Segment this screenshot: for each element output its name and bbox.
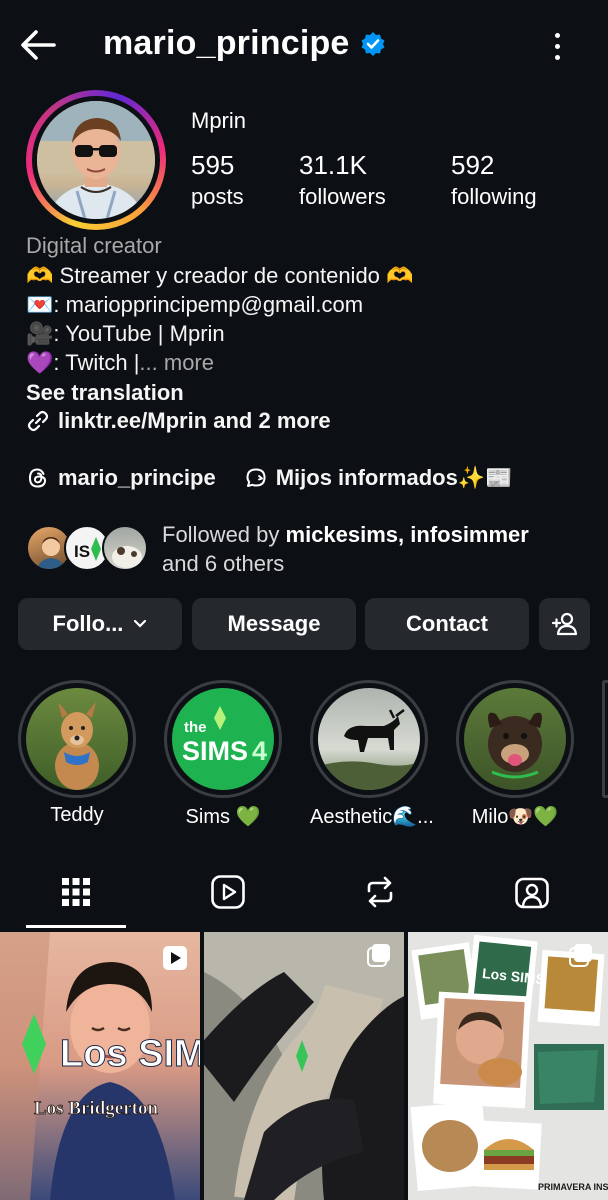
- highlight-cover: [26, 688, 128, 790]
- post-thumbnail[interactable]: Los SIMS PRIMAVERA INSPO: [408, 932, 608, 1200]
- add-person-icon: [551, 612, 577, 636]
- post-caption-text: PRIMAVERA INSPO: [538, 1182, 608, 1192]
- avatar: [102, 525, 148, 571]
- reel-icon: [163, 946, 187, 970]
- post-thumbnail[interactable]: Los SIMS4 Los Bridgerton: [0, 932, 200, 1200]
- post-thumbnail[interactable]: [204, 932, 404, 1200]
- svg-text:IS: IS: [74, 542, 90, 561]
- display-name: Mprin: [191, 108, 247, 133]
- chevron-down-icon: [134, 619, 147, 628]
- reposts-icon: [367, 876, 393, 908]
- tab-reels[interactable]: [178, 866, 278, 918]
- bio-line: 💜: Twitch |... more: [26, 348, 596, 377]
- highlight-label: Aesthetic🌊...: [310, 806, 434, 828]
- followed-by-suffix: and 6 others: [162, 551, 285, 576]
- bio-youtube-text: : YouTube | Mprin: [53, 321, 225, 346]
- highlight-cover: [318, 688, 420, 790]
- svg-text:4: 4: [252, 736, 267, 766]
- see-translation-link[interactable]: See translation: [26, 378, 596, 407]
- bio-line: 🎥: YouTube | Mprin: [26, 319, 596, 348]
- highlight-next-partial[interactable]: [602, 680, 608, 798]
- highlight-label: Teddy: [50, 804, 104, 826]
- active-tab-indicator: [26, 925, 126, 928]
- post-title-text: Los SIMS4: [60, 1033, 200, 1075]
- back-button[interactable]: [18, 24, 60, 66]
- kebab-menu-icon: [554, 32, 560, 38]
- highlight-cover: the SIMS 4: [172, 688, 274, 790]
- bio-twitch-text: : Twitch |: [53, 350, 140, 375]
- message-button[interactable]: Message: [192, 598, 356, 650]
- threads-icon: [28, 468, 47, 488]
- svg-text:the: the: [184, 719, 207, 736]
- posts-stat[interactable]: 595 posts: [191, 150, 244, 214]
- highlight-cover: [464, 688, 566, 790]
- bio-link[interactable]: linktr.ee/Mprin and 2 more: [26, 408, 331, 434]
- highlight-milo[interactable]: Milo🐶💚: [456, 680, 574, 829]
- tab-posts-grid[interactable]: [26, 866, 126, 918]
- highlight-sims[interactable]: the SIMS 4 Sims 💚: [164, 680, 282, 829]
- love-letter-emoji: 💌: [26, 292, 54, 317]
- bio-text: Streamer y creador de contenido: [53, 263, 387, 288]
- highlight-label: Sims 💚: [185, 806, 261, 828]
- heart-hands-emoji: 🫶: [26, 263, 54, 288]
- profile-avatar-story-ring[interactable]: [26, 90, 166, 230]
- following-count: 592: [451, 150, 495, 180]
- contact-button-label: Contact: [406, 611, 488, 636]
- followers-count: 31.1K: [299, 150, 367, 180]
- highlight-label: Milo🐶💚: [471, 806, 559, 828]
- grid-icon: [62, 878, 90, 906]
- bio-link-text: linktr.ee/Mprin and 2 more: [58, 408, 331, 433]
- arrow-left-icon: [21, 30, 56, 60]
- category-label: Digital creator: [26, 233, 162, 258]
- verified-badge-icon: [361, 31, 385, 56]
- mutual-followers-avatars[interactable]: IS: [26, 525, 150, 573]
- movie-camera-emoji: 🎥: [26, 321, 54, 346]
- reels-icon: [211, 875, 245, 909]
- follow-button-label: Follo...: [52, 611, 124, 636]
- more-options-button[interactable]: [540, 26, 574, 66]
- heart-hands-emoji: 🫶: [386, 263, 414, 288]
- broadcast-channel-icon: [246, 468, 266, 487]
- threads-and-channel-row: mario_principe Mijos informados✨📰: [26, 465, 513, 491]
- tagged-icon: [515, 877, 549, 909]
- following-label: following: [451, 184, 537, 209]
- bio-email-text: : mariopprincipemp@gmail.com: [53, 292, 364, 317]
- posts-label: posts: [191, 184, 244, 209]
- threads-handle-link[interactable]: mario_principe: [58, 465, 216, 491]
- highlight-teddy[interactable]: Teddy: [18, 680, 136, 827]
- message-button-label: Message: [227, 611, 321, 636]
- tab-tagged[interactable]: [482, 866, 582, 918]
- username-title: mario_principe: [103, 24, 350, 62]
- bio-line: 🫶 Streamer y creador de contenido 🫶: [26, 261, 596, 290]
- following-dropdown-button[interactable]: Follo...: [18, 598, 182, 650]
- posts-count: 595: [191, 150, 235, 180]
- tab-reposts[interactable]: [330, 866, 430, 918]
- suggested-people-button[interactable]: [539, 598, 590, 650]
- followed-by-prefix: Followed by: [162, 522, 286, 547]
- link-icon: [27, 410, 49, 432]
- svg-text:SIMS: SIMS: [182, 736, 248, 766]
- avatar: [37, 101, 155, 219]
- bio-line: 💌: mariopprincipemp@gmail.com: [26, 290, 596, 319]
- followed-by-text[interactable]: Followed by mickesims, infosimmer and 6 …: [162, 520, 582, 578]
- purple-heart-emoji: 💜: [26, 350, 54, 375]
- following-stat[interactable]: 592 following: [451, 150, 537, 214]
- bio-more-link[interactable]: ... more: [139, 350, 214, 375]
- followers-label: followers: [299, 184, 386, 209]
- followed-by-names: mickesims, infosimmer: [285, 522, 529, 547]
- highlight-aesthetic[interactable]: Aesthetic🌊...: [310, 680, 434, 829]
- followers-stat[interactable]: 31.1K followers: [299, 150, 386, 214]
- profile-header-title: mario_principe: [103, 24, 386, 63]
- post-subtitle-text: Los Bridgerton: [34, 1098, 158, 1119]
- broadcast-channel-link[interactable]: Mijos informados✨📰: [276, 465, 513, 491]
- contact-button[interactable]: Contact: [365, 598, 529, 650]
